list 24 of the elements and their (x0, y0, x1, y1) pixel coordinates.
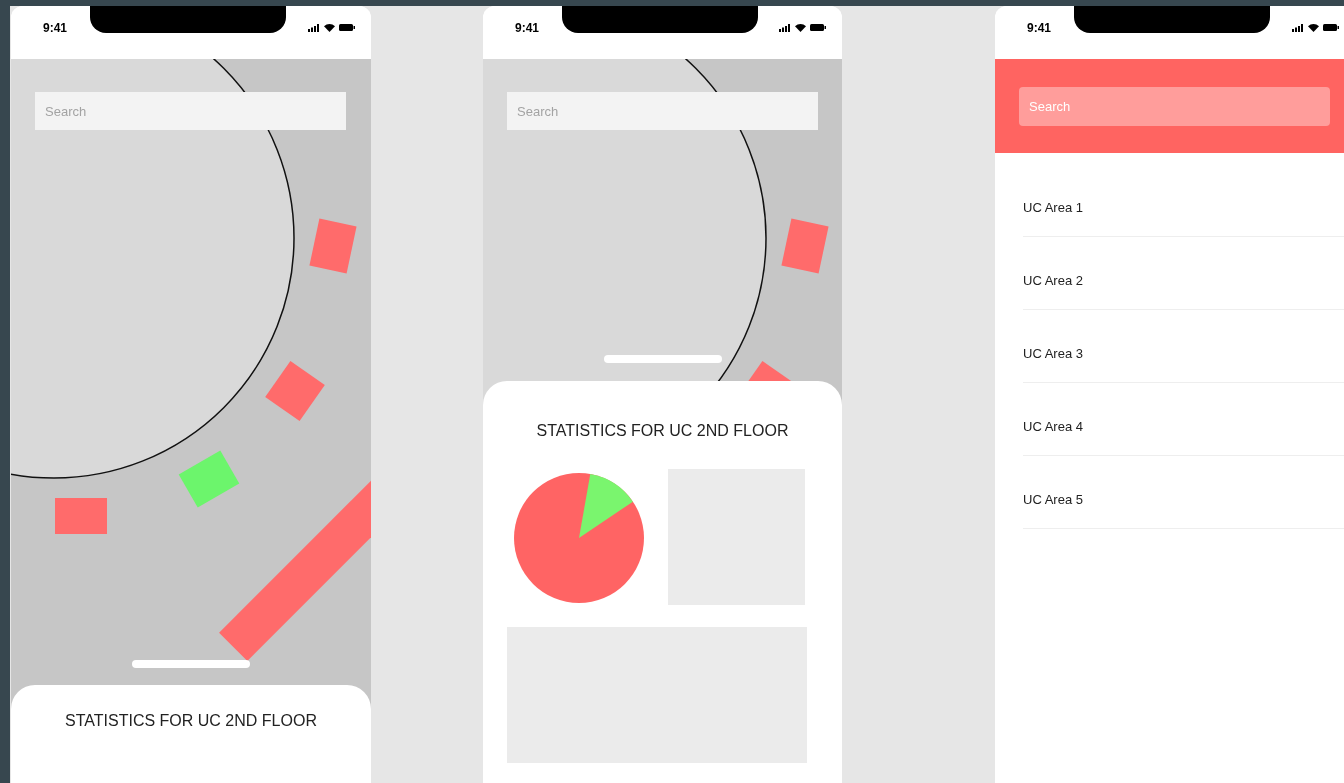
wifi-icon (1308, 23, 1319, 32)
list-item[interactable]: UC Area 1 (1023, 180, 1344, 237)
search-field[interactable]: Search (507, 92, 818, 130)
list-item[interactable]: UC Area 5 (1023, 472, 1344, 529)
battery-icon (810, 24, 826, 31)
list-item[interactable]: UC Area 2 (1023, 253, 1344, 310)
battery-icon (1323, 24, 1339, 31)
battery-icon (339, 24, 355, 31)
status-time: 9:41 (515, 19, 540, 37)
status-time: 9:41 (1027, 19, 1052, 37)
home-indicator[interactable] (604, 355, 722, 363)
signal-icon (779, 23, 791, 32)
status-time: 9:41 (43, 19, 68, 37)
search-field[interactable]: Search (35, 92, 346, 130)
wifi-icon (324, 23, 335, 32)
list-item[interactable]: UC Area 4 (1023, 399, 1344, 456)
sheet-title: STATISTICS FOR UC 2ND FLOOR (65, 711, 317, 731)
list-item[interactable]: UC Area 3 (1023, 326, 1344, 383)
signal-icon (308, 23, 320, 32)
signal-icon (1292, 23, 1304, 32)
wifi-icon (795, 23, 806, 32)
home-indicator[interactable] (132, 660, 250, 668)
sheet-title: STATISTICS FOR UC 2ND FLOOR (536, 421, 789, 441)
search-field[interactable]: Search (1019, 87, 1330, 126)
